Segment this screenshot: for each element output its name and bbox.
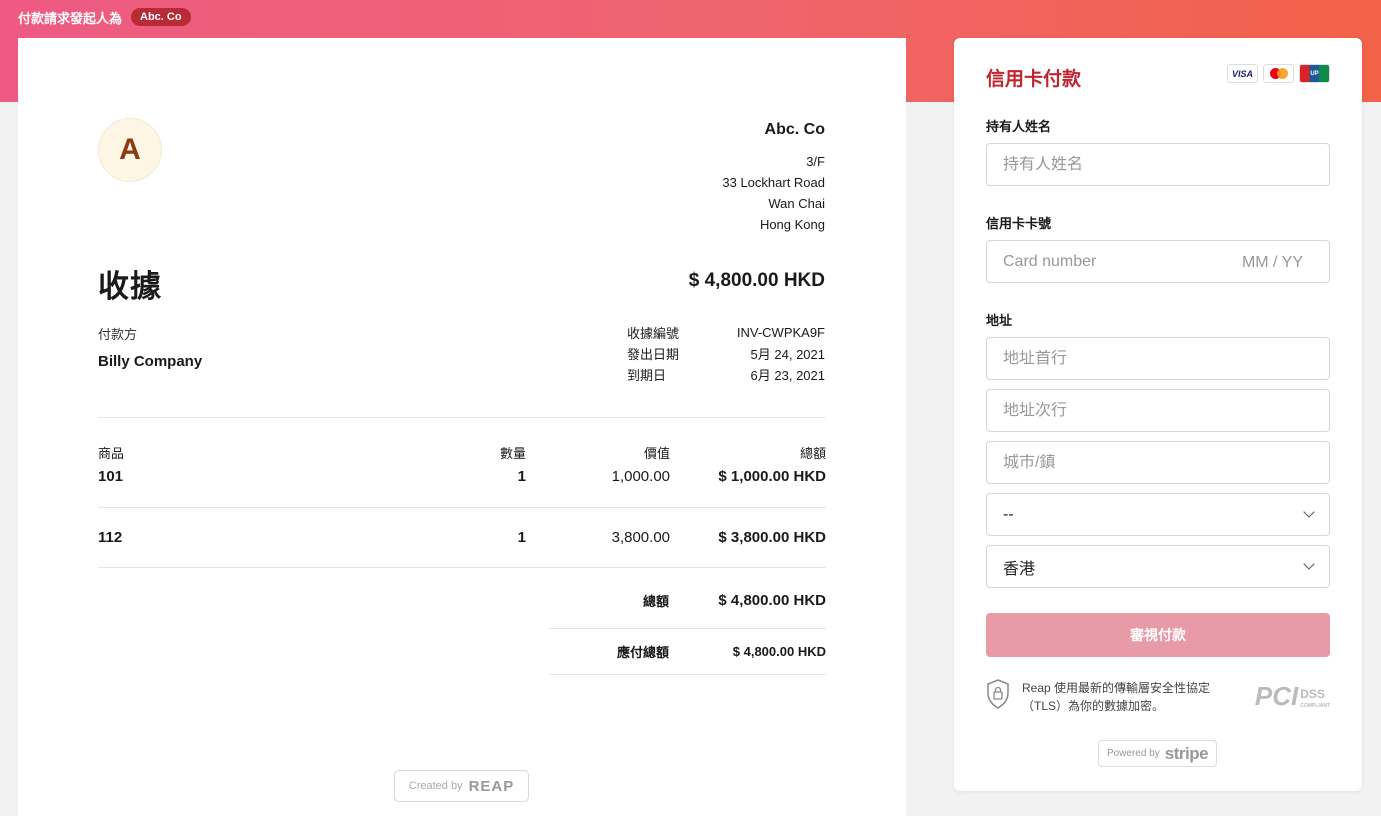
country-select[interactable]: 香港 — [986, 545, 1330, 588]
item-price: 1,000.00 — [611, 468, 670, 485]
payment-panel: 信用卡付款 VISA UP 持有人姓名 信用卡卡號 MM / YY 地址 -- … — [954, 38, 1362, 791]
created-by-reap-badge[interactable]: Created by REAP — [394, 770, 529, 802]
meta-row: 到期日 6月 23, 2021 — [627, 364, 825, 385]
region-select[interactable]: -- — [986, 493, 1330, 536]
visa-icon: VISA — [1227, 64, 1258, 83]
card-brands: VISA UP — [1227, 64, 1330, 83]
review-payment-button[interactable]: 審視付款 — [986, 613, 1330, 657]
dss-text: DSS — [1300, 687, 1325, 701]
issuer-name: Abc. Co — [764, 121, 825, 138]
item-total: $ 3,800.00 HKD — [718, 529, 826, 546]
total-value: $ 4,800.00 HKD — [718, 592, 826, 609]
powered-by-stripe-badge[interactable]: Powered by stripe — [1098, 740, 1217, 767]
requester-label: 付款請求發起人為 — [18, 10, 123, 26]
region-value: -- — [1003, 505, 1014, 523]
chevron-down-icon — [1303, 558, 1315, 570]
mastercard-icon — [1263, 64, 1294, 83]
meta-value: 5月 24, 2021 — [750, 347, 825, 362]
payer-block: 付款方 Billy Company — [98, 324, 202, 370]
amount-due-row: 應付總額 $ 4,800.00 HKD — [549, 629, 826, 675]
payer-name: Billy Company — [98, 353, 203, 370]
column-header-price: 價值 — [643, 446, 670, 461]
amount-due-value: $ 4,800.00 HKD — [732, 644, 826, 659]
table-row: 101 1 1,000.00 $ 1,000.00 HKD — [98, 466, 826, 508]
unionpay-icon: UP — [1299, 64, 1330, 83]
dss-mark: DSS COMPLIANT — [1300, 688, 1330, 712]
meta-value: INV-CWPKA9F — [736, 325, 825, 340]
top-bar: 付款請求發起人為 Abc. Co — [18, 7, 191, 27]
issuer-address-line: 3/F — [806, 154, 825, 169]
card-number-label: 信用卡卡號 — [986, 216, 1052, 231]
column-header-item: 商品 — [98, 446, 125, 461]
reap-logo: REAP — [468, 777, 515, 795]
subtotal-row: 總額 $ 4,800.00 HKD — [549, 573, 826, 629]
city-input[interactable] — [1003, 453, 1313, 472]
security-text: Reap 使用最新的傳輸層安全性協定（TLS）為你的數據加密。 — [1022, 681, 1211, 713]
issuer-address-line: 33 Lockhart Road — [722, 175, 825, 190]
column-header-total: 總額 — [799, 446, 826, 461]
card-number-field[interactable]: MM / YY — [986, 240, 1330, 283]
item-total: $ 1,000.00 HKD — [718, 468, 826, 485]
country-value: 香港 — [1003, 560, 1036, 578]
holder-name-input[interactable] — [1003, 155, 1313, 174]
address-line2-input[interactable] — [1003, 401, 1313, 420]
items-table: 商品 數量 價值 總額 101 1 1,000.00 $ 1,000.00 HK… — [98, 417, 826, 568]
address-label: 地址 — [986, 313, 1013, 328]
expiry-input[interactable]: MM / YY — [1242, 254, 1303, 272]
compliant-text: COMPLIANT — [1300, 703, 1330, 709]
meta-label: 收據編號 — [627, 326, 680, 341]
address-line1-input[interactable] — [1003, 349, 1313, 368]
address-line2-field[interactable] — [986, 389, 1330, 432]
address-line1-field[interactable] — [986, 337, 1330, 380]
meta-row: 發出日期 5月 24, 2021 — [627, 343, 825, 364]
table-row: 112 1 3,800.00 $ 3,800.00 HKD — [98, 508, 826, 568]
holder-name-field[interactable] — [986, 143, 1330, 186]
shield-lock-icon — [987, 679, 1009, 709]
issuer-block: Abc. Co 3/F 33 Lockhart Road Wan Chai Ho… — [722, 121, 825, 235]
item-qty: 1 — [517, 529, 526, 546]
meta-label: 到期日 — [627, 368, 667, 383]
holder-name-label: 持有人姓名 — [986, 119, 1052, 134]
meta-value: 6月 23, 2021 — [750, 368, 825, 383]
powered-by-prefix: Powered by — [1106, 748, 1160, 759]
city-field[interactable] — [986, 441, 1330, 484]
totals-block: 總額 $ 4,800.00 HKD 應付總額 $ 4,800.00 HKD — [549, 573, 826, 675]
total-label: 總額 — [642, 594, 669, 609]
column-header-qty: 數量 — [499, 446, 526, 461]
issuer-address-line: Hong Kong — [759, 217, 825, 232]
items-header: 商品 數量 價值 總額 — [98, 418, 826, 466]
amount-due-label: 應付總額 — [616, 645, 669, 660]
card-number-input[interactable] — [1003, 252, 1203, 271]
item-price: 3,800.00 — [611, 529, 670, 546]
security-note: Reap 使用最新的傳輸層安全性協定（TLS）為你的數據加密。 PCI DSS C… — [986, 679, 1330, 715]
receipt-panel: A Abc. Co 3/F 33 Lockhart Road Wan Chai … — [18, 38, 906, 816]
meta-label: 發出日期 — [627, 347, 680, 362]
receipt-title: 收據 — [98, 269, 162, 304]
item-name: 101 — [98, 468, 124, 485]
receipt-meta: 收據編號 INV-CWPKA9F 發出日期 5月 24, 2021 到期日 6月… — [627, 322, 825, 385]
created-by-prefix: Created by — [408, 780, 463, 792]
receipt-amount: $ 4,800.00 HKD — [688, 270, 825, 291]
item-name: 112 — [98, 529, 123, 546]
item-qty: 1 — [517, 468, 526, 485]
payment-title: 信用卡付款 — [986, 69, 1082, 90]
issuer-address-line: Wan Chai — [768, 196, 825, 211]
merchant-badge: Abc. Co — [131, 8, 191, 26]
pci-dss-logo: PCI DSS COMPLIANT — [1255, 681, 1330, 712]
chevron-down-icon — [1303, 506, 1315, 518]
payer-label: 付款方 — [98, 327, 138, 342]
stripe-logo: stripe — [1164, 743, 1209, 763]
merchant-avatar: A — [98, 118, 162, 182]
pci-mark: PCI — [1254, 681, 1299, 711]
meta-row: 收據編號 INV-CWPKA9F — [627, 322, 825, 343]
